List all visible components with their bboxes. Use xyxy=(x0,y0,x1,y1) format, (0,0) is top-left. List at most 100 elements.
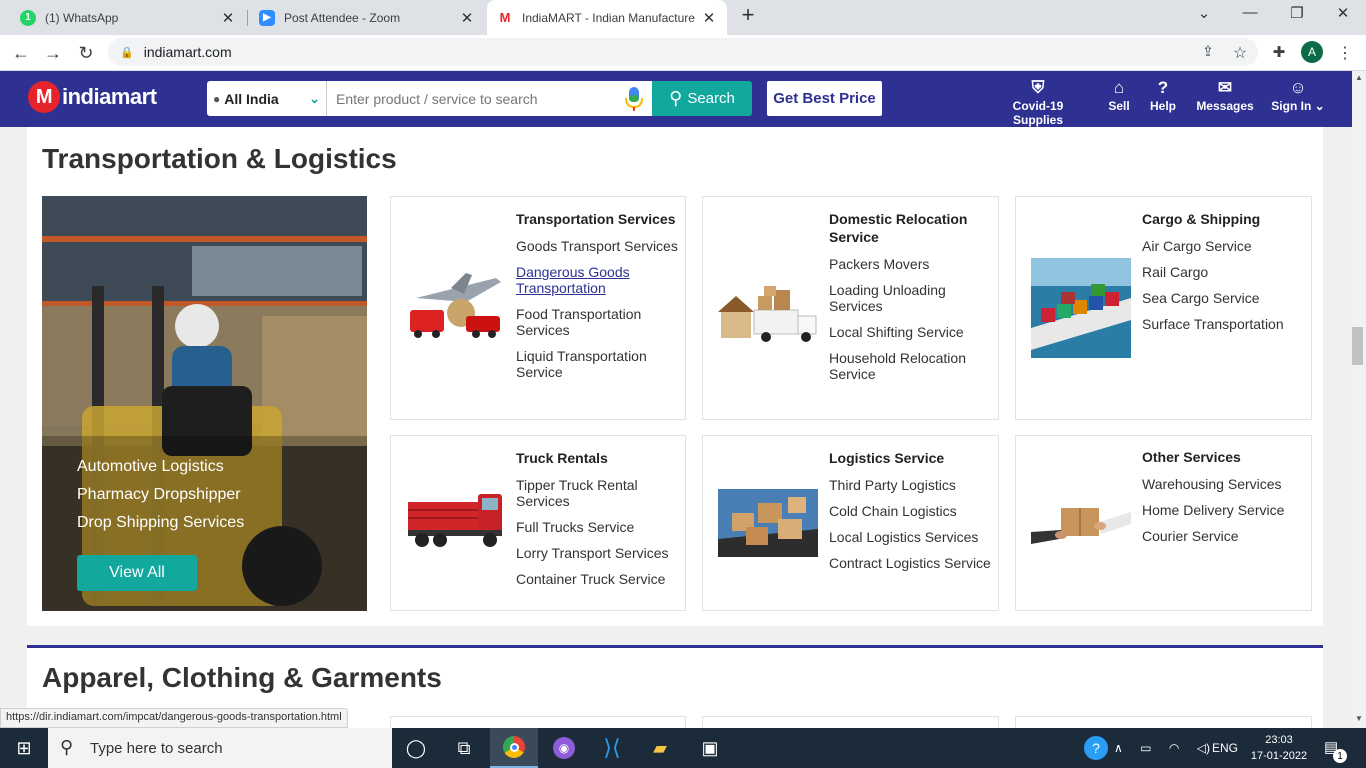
card-link[interactable]: Warehousing Services xyxy=(1142,476,1307,492)
menu-icon[interactable]: ⋮ xyxy=(1334,43,1356,63)
taskbar-search-input[interactable]: ⚲ Type here to search xyxy=(48,728,392,768)
card-link[interactable]: Cold Chain Logistics xyxy=(829,503,994,519)
extensions-icon[interactable]: ✚ xyxy=(1268,43,1290,61)
card-link[interactable]: Local Shifting Service xyxy=(829,324,994,340)
get-best-price-button[interactable]: Get Best Price xyxy=(767,81,882,116)
scroll-down-icon[interactable]: ▼ xyxy=(1352,712,1366,726)
help-icon: ? xyxy=(1157,78,1169,97)
scrollbar-thumb[interactable] xyxy=(1352,327,1363,365)
card-link[interactable]: Tipper Truck Rental Services xyxy=(516,477,681,509)
task-view-icon[interactable]: ⧉ xyxy=(440,728,488,768)
tab-whatsapp[interactable]: 1 (1) WhatsApp ✕ xyxy=(10,0,246,35)
card-link[interactable]: Dangerous Goods Transportation xyxy=(516,264,681,296)
github-desktop-icon[interactable]: ◉ xyxy=(540,728,588,768)
notification-badge: 1 xyxy=(1333,749,1347,763)
profile-avatar[interactable]: A xyxy=(1301,41,1323,63)
nav-label: Sign In ⌄ xyxy=(1271,99,1325,113)
tab-zoom[interactable]: ▶ Post Attendee - Zoom ✕ xyxy=(249,0,485,35)
card-link[interactable]: Contract Logistics Service xyxy=(829,555,994,571)
card-text: Transportation Services Goods Transport … xyxy=(516,210,681,390)
close-tab-icon[interactable]: ✕ xyxy=(701,9,717,27)
card-link[interactable]: Household Relocation Service xyxy=(829,350,994,382)
card-link[interactable]: Local Logistics Services xyxy=(829,529,994,545)
category-card xyxy=(1015,716,1312,728)
card-link[interactable]: Home Delivery Service xyxy=(1142,502,1307,518)
close-tab-icon[interactable]: ✕ xyxy=(220,9,236,27)
card-link[interactable]: Courier Service xyxy=(1142,528,1307,544)
nav-messages[interactable]: ✉ Messages xyxy=(1194,77,1256,113)
card-link[interactable]: Packers Movers xyxy=(829,256,994,272)
moving-truck-house-image xyxy=(718,282,818,346)
view-all-button[interactable]: View All xyxy=(77,555,197,591)
boxes-laptop-image xyxy=(718,489,818,557)
bookmark-star-icon[interactable]: ☆ xyxy=(1229,43,1251,63)
card-title[interactable]: Truck Rentals xyxy=(516,449,681,467)
card-link[interactable]: Third Party Logistics xyxy=(829,477,994,493)
card-link[interactable]: Container Truck Service xyxy=(516,571,681,587)
card-link[interactable]: Liquid Transportation Service xyxy=(516,348,681,380)
close-tab-icon[interactable]: ✕ xyxy=(459,9,475,27)
card-title[interactable]: Cargo & Shipping xyxy=(1142,210,1307,228)
minimize-icon[interactable]: — xyxy=(1236,4,1264,21)
language-indicator[interactable]: ENG xyxy=(1212,741,1238,755)
hero-link[interactable]: Drop Shipping Services xyxy=(77,509,244,537)
reload-icon[interactable]: ↻ xyxy=(75,43,97,64)
card-title[interactable]: Other Services xyxy=(1142,448,1307,466)
maximize-icon[interactable]: ❐ xyxy=(1283,4,1311,22)
card-link[interactable]: Sea Cargo Service xyxy=(1142,290,1307,306)
cortana-icon[interactable]: ◯ xyxy=(392,728,440,768)
scrollbar-track[interactable] xyxy=(1352,71,1366,728)
nav-help[interactable]: ? Help xyxy=(1146,77,1180,113)
back-icon[interactable]: ← xyxy=(10,43,32,64)
url-field[interactable]: 🔒 indiamart.com xyxy=(108,38,1258,66)
logo-text: indiamart xyxy=(62,84,157,109)
vscode-icon[interactable]: ⟩⟨ xyxy=(588,728,636,768)
share-icon[interactable]: ⇪ xyxy=(1197,43,1219,60)
card-link[interactable]: Lorry Transport Services xyxy=(516,545,681,561)
nav-sell[interactable]: ⌂ Sell xyxy=(1102,77,1136,113)
card-link[interactable]: Surface Transportation xyxy=(1142,316,1307,332)
file-explorer-icon[interactable]: ▰ xyxy=(636,728,684,768)
whatsapp-icon: 1 xyxy=(20,9,36,26)
clock[interactable]: 23:03 17-01-2022 xyxy=(1248,732,1310,764)
volume-icon[interactable]: ◁) xyxy=(1197,741,1210,755)
windows-start-icon[interactable]: ⊞ xyxy=(0,728,48,768)
card-title[interactable]: Logistics Service xyxy=(829,449,994,467)
hero-image xyxy=(42,196,367,611)
hero-link[interactable]: Automotive Logistics xyxy=(77,453,244,481)
close-window-icon[interactable]: ✕ xyxy=(1329,4,1357,22)
nav-label: Messages xyxy=(1196,99,1254,113)
hero-link[interactable]: Pharmacy Dropshipper xyxy=(77,481,244,509)
search-button[interactable]: ⚲ Search xyxy=(652,81,752,116)
help-tray-icon[interactable]: ? xyxy=(1084,736,1108,760)
search-input[interactable] xyxy=(327,81,652,116)
card-link[interactable]: Food Transportation Services xyxy=(516,306,681,338)
card-text: Truck Rentals Tipper Truck Rental Servic… xyxy=(516,449,681,597)
nav-sign-in[interactable]: ☺ Sign In ⌄ xyxy=(1268,77,1328,113)
nav-covid-supplies[interactable]: ⛨ Covid-19 Supplies xyxy=(988,77,1088,127)
microphone-icon[interactable] xyxy=(624,86,644,112)
card-link[interactable]: Air Cargo Service xyxy=(1142,238,1307,254)
hero-links: Automotive Logistics Pharmacy Dropshippe… xyxy=(77,453,244,537)
card-title[interactable]: Domestic Relocation Service xyxy=(829,210,994,246)
chevron-up-icon[interactable]: ∧ xyxy=(1114,741,1123,755)
scroll-up-icon[interactable]: ▲ xyxy=(1352,71,1366,85)
card-link[interactable]: Goods Transport Services xyxy=(516,238,681,254)
battery-icon[interactable]: ▭ xyxy=(1140,741,1151,755)
photos-icon[interactable]: ▣ xyxy=(686,728,734,768)
card-title[interactable]: Transportation Services xyxy=(516,210,681,228)
tab-title: IndiaMART - Indian Manufacture xyxy=(522,10,695,25)
tab-indiamart[interactable]: M IndiaMART - Indian Manufacture ✕ xyxy=(487,0,727,35)
chrome-icon[interactable] xyxy=(490,728,538,768)
forward-icon[interactable]: → xyxy=(42,43,64,64)
card-text: Logistics Service Third Party Logistics … xyxy=(829,449,994,581)
card-link[interactable]: Full Trucks Service xyxy=(516,519,681,535)
new-tab-button[interactable]: + xyxy=(734,2,762,28)
tab-search-icon[interactable]: ⌄ xyxy=(1190,4,1218,22)
location-select[interactable]: ● All India ⌄ xyxy=(207,81,327,116)
wifi-icon[interactable]: ◠ xyxy=(1169,741,1179,755)
card-link[interactable]: Loading Unloading Services xyxy=(829,282,994,314)
indiamart-logo[interactable]: M indiamart xyxy=(28,80,157,114)
category-card xyxy=(702,716,999,728)
card-link[interactable]: Rail Cargo xyxy=(1142,264,1307,280)
